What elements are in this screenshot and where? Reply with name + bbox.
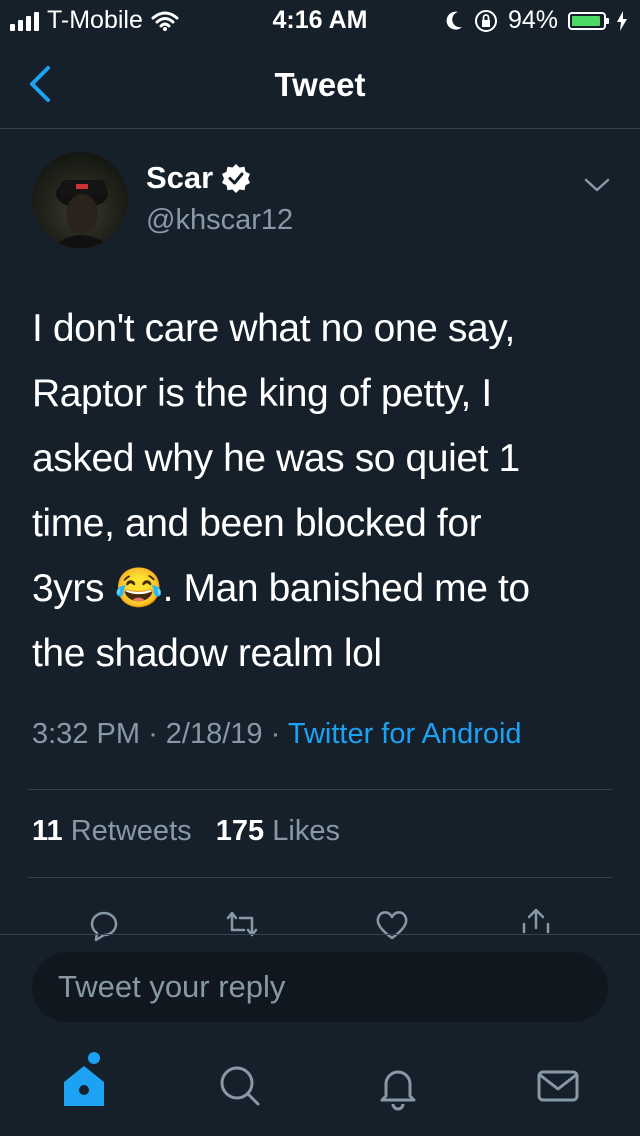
home-notification-dot [88, 1052, 100, 1064]
page-title: Tweet [274, 66, 366, 103]
name-row: Scar [146, 160, 251, 196]
battery-percent: 94% [507, 6, 558, 34]
nav-bar: Tweet [0, 40, 640, 129]
notifications-bell-icon[interactable] [370, 1058, 426, 1114]
likes-label: Likes [272, 815, 340, 847]
tweet-text-line: time, and been blocked for [32, 502, 482, 545]
avatar[interactable] [32, 152, 128, 248]
tweet-actions [0, 896, 640, 942]
tweet-meta: 3:32 PM · 2/18/19 · Twitter for Android [32, 718, 522, 751]
tweet-text-line: Raptor is the king of petty, I [32, 372, 492, 415]
tweet-source-link[interactable]: Twitter for Android [288, 718, 522, 750]
retweets-count: 11 [32, 815, 63, 847]
verified-badge-icon [222, 164, 251, 193]
battery-icon [568, 11, 609, 30]
orientation-lock-icon [474, 9, 497, 32]
author-handle[interactable]: @khscar12 [146, 204, 293, 237]
tweet-stats: 11 Retweets 175 Likes [32, 815, 340, 848]
tweet-text-line: asked why he was so quiet 1 [32, 437, 520, 480]
tweet-author: Scar @khscar12 [32, 152, 612, 252]
likes-stat[interactable]: 175 Likes [216, 815, 340, 847]
charging-bolt-icon [617, 10, 627, 31]
meta-separator: · [148, 718, 158, 750]
avatar-image [52, 180, 112, 248]
divider [28, 877, 612, 878]
search-icon[interactable] [212, 1058, 268, 1114]
tweet-text-line: 3yrs 😂. Man banished me to [32, 567, 530, 610]
chevron-down-icon[interactable] [582, 170, 612, 200]
reply-input[interactable]: Tweet your reply [32, 952, 608, 1022]
tab-bar [0, 1040, 640, 1136]
tweet-date: 2/18/19 [165, 718, 263, 750]
status-right: 94% [444, 6, 628, 35]
retweets-stat[interactable]: 11 Retweets [32, 815, 192, 847]
reply-bar: Tweet your reply [0, 934, 640, 1041]
do-not-disturb-icon [446, 11, 462, 30]
divider [28, 789, 612, 790]
tweet-text: I don't care what no one say, Raptor is … [32, 296, 608, 686]
author-name[interactable]: Scar [146, 160, 213, 196]
retweets-label: Retweets [70, 815, 192, 847]
tweet-time: 3:32 PM [32, 718, 140, 750]
messages-envelope-icon[interactable] [530, 1058, 586, 1114]
meta-separator: · [270, 718, 281, 750]
tweet-text-line: the shadow realm lol [32, 632, 382, 675]
likes-count: 175 [215, 815, 265, 847]
tweet-text-line: I don't care what no one say, [32, 307, 515, 350]
status-bar: T-Mobile 4:16 AM 94% [0, 0, 640, 40]
home-icon[interactable] [56, 1058, 112, 1114]
